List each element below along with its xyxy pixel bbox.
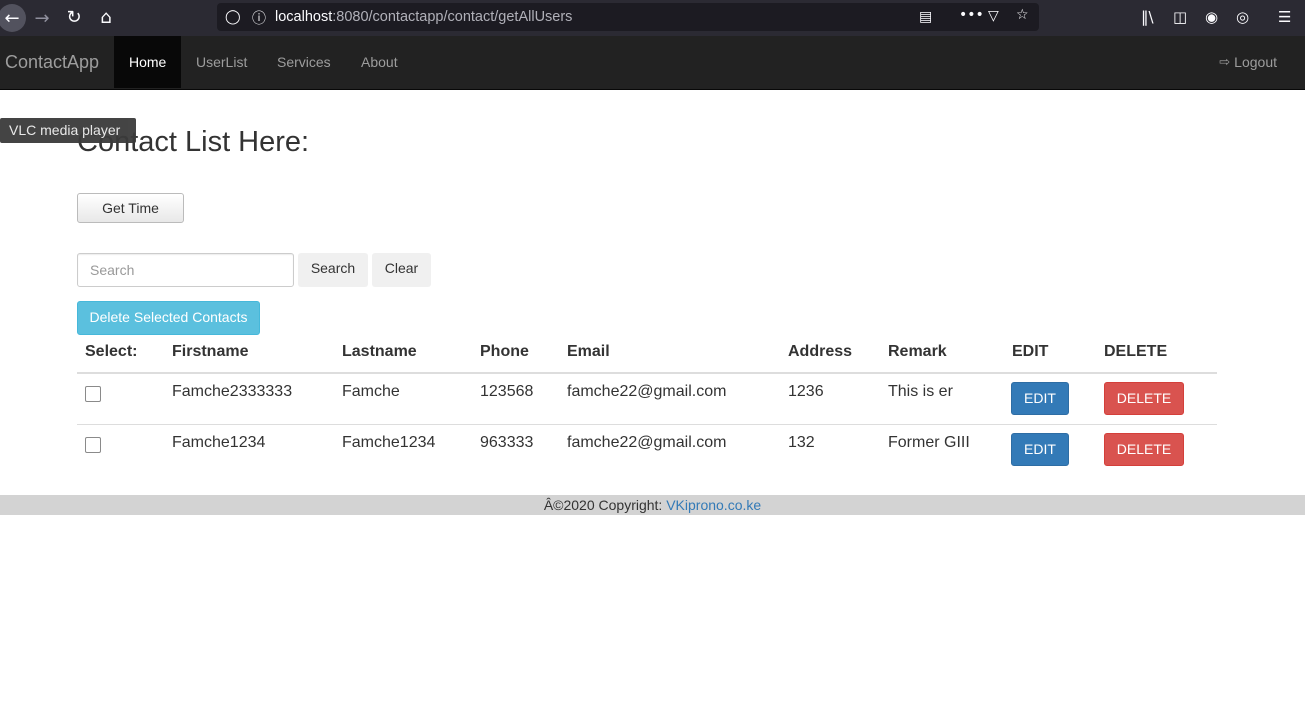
cell-remark: This is er [888, 383, 953, 400]
edit-button[interactable]: EDIT [1011, 433, 1069, 466]
nav-item-about[interactable]: About [346, 36, 413, 88]
search-button[interactable]: Search [298, 253, 368, 287]
footer-copyright: Â©2020 Copyright: [543, 497, 667, 513]
address-bar[interactable]: ◯ ⓘ localhost:8080/contactapp/contact/ge… [217, 3, 1039, 31]
cell-email: famche22@gmail.com [567, 383, 727, 400]
clear-button[interactable]: Clear [372, 253, 431, 287]
table-header-divider [77, 372, 1217, 374]
brand-link[interactable]: ContactApp [5, 52, 99, 73]
header-delete: DELETE [1104, 343, 1168, 360]
shield-icon[interactable]: ◯ [225, 9, 241, 25]
edit-button[interactable]: EDIT [1011, 382, 1069, 415]
cell-firstname: Famche1234 [172, 434, 266, 451]
cell-phone: 123568 [480, 383, 534, 400]
cell-firstname: Famche2333333 [172, 383, 293, 400]
url-text[interactable]: localhost:8080/contactapp/contact/getAll… [275, 9, 572, 25]
url-host: localhost [275, 9, 333, 25]
footer-link[interactable]: VKiprono.co.ke [666, 497, 761, 513]
reader-view-icon[interactable]: ▤ [919, 9, 932, 25]
logout-label: Logout [1234, 54, 1277, 70]
row-checkbox[interactable] [85, 386, 101, 402]
row-checkbox[interactable] [85, 437, 101, 453]
logout-link[interactable]: ⇨ Logout [1219, 54, 1277, 70]
header-phone: Phone [480, 343, 529, 360]
nav-item-home[interactable]: Home [114, 36, 181, 88]
cell-address: 1236 [788, 383, 824, 400]
url-path: :8080/contactapp/contact/getAllUsers [332, 9, 573, 25]
header-edit: EDIT [1012, 343, 1049, 360]
header-select: Select: [85, 343, 138, 360]
info-icon[interactable]: ⓘ [252, 8, 266, 28]
footer: Â©2020 Copyright: VKiprono.co.ke [0, 495, 1305, 515]
cell-lastname: Famche [342, 383, 400, 400]
menu-icon[interactable]: ☰ [1278, 8, 1291, 26]
search-input[interactable] [77, 253, 294, 287]
delete-button[interactable]: DELETE [1104, 433, 1184, 466]
browser-toolbar: ← → ↻ ⌂ ◯ ⓘ localhost:8080/contactapp/co… [0, 0, 1305, 36]
home-icon[interactable]: ⌂ [94, 5, 118, 29]
nav-item-services[interactable]: Services [262, 36, 346, 88]
nav-item-userlist[interactable]: UserList [181, 36, 262, 88]
row-divider [77, 424, 1217, 425]
cell-phone: 963333 [480, 434, 534, 451]
delete-button[interactable]: DELETE [1104, 382, 1184, 415]
cell-lastname: Famche1234 [342, 434, 436, 451]
tooltip: VLC media player [0, 118, 136, 143]
account-icon[interactable]: ◉ [1205, 8, 1218, 26]
delete-selected-button[interactable]: Delete Selected Contacts [77, 301, 260, 335]
header-email: Email [567, 343, 610, 360]
back-arrow-icon[interactable]: ← [0, 4, 26, 32]
bookmark-star-icon[interactable]: ☆ [1016, 7, 1029, 23]
sidebar-icon[interactable]: ◫ [1173, 8, 1187, 26]
cell-remark: Former GIII [888, 434, 970, 451]
forward-arrow-icon[interactable]: → [30, 6, 54, 30]
more-actions-icon[interactable]: ••• [959, 7, 984, 23]
login-icon: ⇨ [1219, 54, 1231, 70]
app-navbar: ContactApp Home UserList Services About … [0, 36, 1305, 90]
cell-address: 132 [788, 434, 815, 451]
header-firstname: Firstname [172, 343, 249, 360]
library-icon[interactable]: ‖\ [1141, 8, 1154, 26]
globe-icon[interactable]: ◎ [1236, 8, 1249, 26]
header-address: Address [788, 343, 853, 360]
cell-email: famche22@gmail.com [567, 434, 727, 451]
reload-icon[interactable]: ↻ [62, 5, 86, 29]
header-lastname: Lastname [342, 343, 417, 360]
pocket-icon[interactable]: ▽ [988, 8, 999, 24]
header-remark: Remark [888, 343, 947, 360]
get-time-button[interactable]: Get Time [77, 193, 184, 223]
